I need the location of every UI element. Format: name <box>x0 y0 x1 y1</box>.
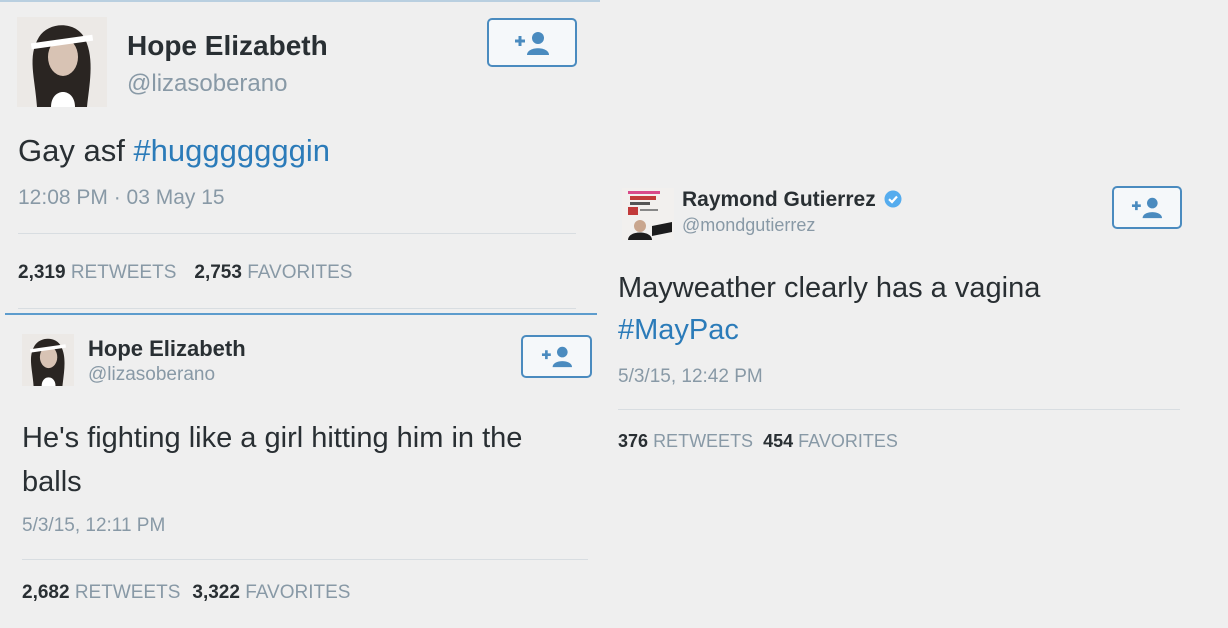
retweets-label[interactable]: RETWEETS <box>75 582 181 603</box>
tweet-card-1: Hope Elizabeth @lizasoberano Gay asf #hu… <box>0 0 600 310</box>
avatar[interactable] <box>17 17 107 107</box>
favorites-label[interactable]: FAVORITES <box>247 262 352 283</box>
verified-badge-icon <box>884 190 902 208</box>
favorites-label[interactable]: FAVORITES <box>798 431 898 451</box>
follow-button[interactable] <box>521 335 592 378</box>
user-name-text[interactable]: Raymond Gutierrez <box>682 188 876 211</box>
divider <box>618 409 1180 410</box>
retweets-count[interactable]: 2,319 <box>18 262 66 283</box>
tweet-text-line-1: He's fighting like a girl hitting him in… <box>22 422 523 454</box>
tweet-timestamp[interactable]: 5/3/15, 12:11 PM <box>22 515 165 537</box>
tweet-text-line-2: balls <box>22 466 82 498</box>
favorites-count[interactable]: 2,753 <box>194 262 242 283</box>
avatar[interactable] <box>22 334 74 386</box>
user-name[interactable]: Hope Elizabeth <box>88 336 246 362</box>
tweet-text-line-1: Mayweather clearly has a vagina <box>618 272 1041 304</box>
retweets-label[interactable]: RETWEETS <box>653 431 753 451</box>
tweet-stats: 2,682 RETWEETS 3,322 FAVORITES <box>22 582 350 604</box>
retweets-count[interactable]: 376 <box>618 431 648 451</box>
tweet-timestamp[interactable]: 12:08 PM · 03 May 15 <box>18 186 225 210</box>
user-name[interactable]: Raymond Gutierrez <box>682 188 902 212</box>
follow-button[interactable] <box>487 18 577 67</box>
tweet-card-3: Raymond Gutierrez @mondgutierrez Mayweat… <box>600 170 1220 470</box>
tweet-card-2: Hope Elizabeth @lizasoberano He's fighti… <box>0 316 600 628</box>
tweet-stats: 2,319 RETWEETS 2,753 FAVORITES <box>18 262 352 284</box>
favorites-label[interactable]: FAVORITES <box>245 582 350 603</box>
tweet-text: Gay asf #hugggggggin <box>18 133 330 169</box>
divider <box>18 233 576 234</box>
favorites-count[interactable]: 454 <box>763 431 793 451</box>
follow-user-icon <box>541 346 572 368</box>
retweets-label[interactable]: RETWEETS <box>71 262 177 283</box>
tweet-separator <box>5 313 597 315</box>
follow-user-icon <box>515 31 549 55</box>
hashtag-link[interactable]: #MayPac <box>618 314 739 347</box>
follow-user-icon <box>1131 197 1163 219</box>
avatar[interactable] <box>622 188 674 240</box>
user-name[interactable]: Hope Elizabeth <box>127 30 328 62</box>
user-handle[interactable]: @lizasoberano <box>88 364 215 386</box>
user-handle[interactable]: @mondgutierrez <box>682 215 815 236</box>
hashtag-link[interactable]: #hugggggggin <box>133 133 330 168</box>
tweet-stats: 376 RETWEETS 454 FAVORITES <box>618 431 898 452</box>
follow-button[interactable] <box>1112 186 1182 229</box>
divider <box>18 308 576 309</box>
favorites-count[interactable]: 3,322 <box>192 582 240 603</box>
tweet-timestamp[interactable]: 5/3/15, 12:42 PM <box>618 366 763 388</box>
user-handle[interactable]: @lizasoberano <box>127 70 287 98</box>
tweet-text-body: Gay asf <box>18 133 134 168</box>
divider <box>22 559 588 560</box>
retweets-count[interactable]: 2,682 <box>22 582 70 603</box>
